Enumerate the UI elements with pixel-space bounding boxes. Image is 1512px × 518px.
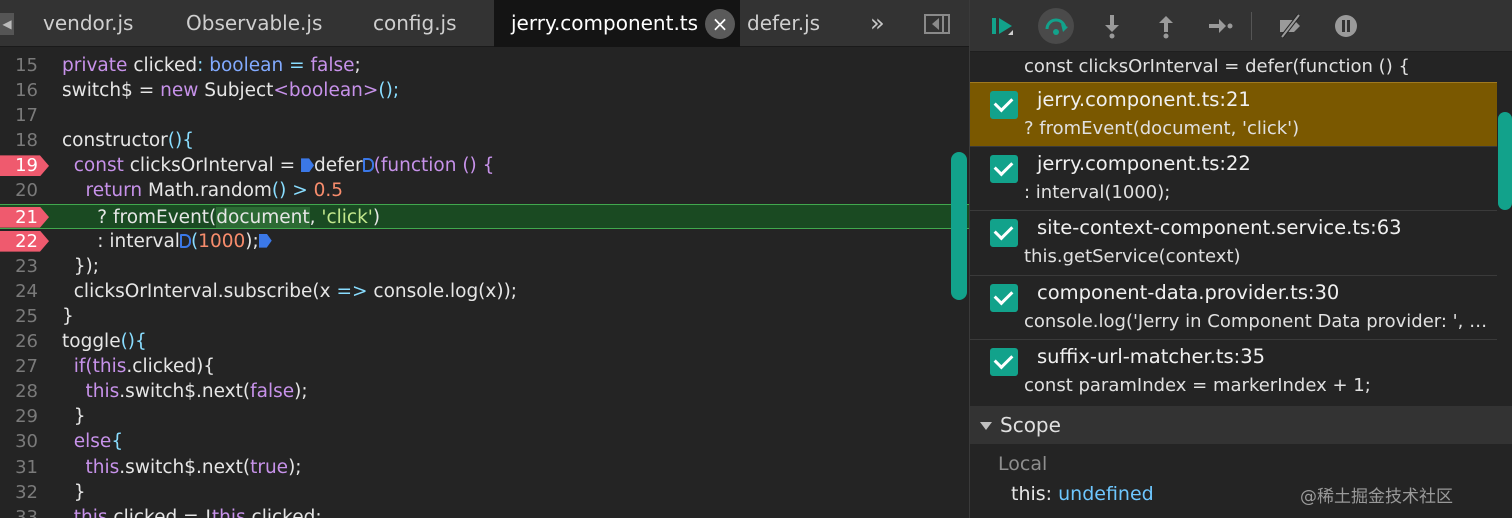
code-line: 25 }	[0, 304, 969, 329]
scope-title: Scope	[1000, 413, 1061, 437]
line-number[interactable]: 26	[0, 329, 40, 354]
breakpoint-context-line: const clicksOrInterval = defer(function …	[1024, 56, 1410, 77]
line-number[interactable]: 33	[0, 505, 40, 518]
editor-scrollbar[interactable]	[951, 152, 967, 300]
breakpoint-file-label: jerry.component.ts:21	[1037, 88, 1251, 111]
code-line: 33 this.clicked = !this.clicked;	[0, 505, 969, 518]
toggle-debugger-panel-icon[interactable]	[924, 14, 950, 34]
code-area[interactable]: 15 private clicked: boolean = false; 16 …	[0, 53, 969, 518]
scope-local-label[interactable]: Local	[998, 453, 1047, 475]
line-number[interactable]: 30	[0, 429, 40, 454]
breakpoint-checkbox[interactable]	[990, 91, 1018, 119]
toolbar-separator	[1251, 12, 1252, 40]
code-line: 28 this.switch$.next(false);	[0, 379, 969, 404]
code-line: 26 toggle(){	[0, 329, 969, 354]
line-number[interactable]: 27	[0, 354, 40, 379]
line-number[interactable]: 25	[0, 304, 40, 329]
code-line: 29 }	[0, 404, 969, 429]
step-into-icon[interactable]	[1094, 8, 1130, 44]
tab-jerry-component-ts[interactable]: jerry.component.ts ×	[494, 0, 741, 47]
deactivate-breakpoints-icon[interactable]	[1272, 8, 1308, 44]
step-over-icon[interactable]	[1038, 8, 1074, 44]
breakpoint-file-label: site-context-component.service.ts:63	[1037, 216, 1402, 239]
scroll-tabs-left-button[interactable]: ◀	[0, 13, 14, 35]
code-line: 20 return Math.random() > 0.5	[0, 178, 969, 203]
tab-label: jerry.component.ts	[511, 11, 699, 35]
line-number[interactable]: 29	[0, 404, 40, 429]
code-line: 16 switch$ = new Subject<boolean>();	[0, 78, 969, 103]
pause-on-exceptions-icon[interactable]	[1328, 8, 1364, 44]
line-number[interactable]: 20	[0, 178, 40, 203]
code-line: 15 private clicked: boolean = false;	[0, 53, 969, 78]
line-number[interactable]: 15	[0, 53, 40, 78]
code-line: 32 }	[0, 480, 969, 505]
breakpoint-checkbox[interactable]	[990, 348, 1018, 376]
debugger-panel: const clicksOrInterval = defer(function …	[969, 0, 1512, 518]
line-number[interactable]: 32	[0, 480, 40, 505]
breakpoint-item[interactable]: component-data.provider.ts:30 console.lo…	[970, 276, 1497, 340]
resume-icon[interactable]	[984, 8, 1020, 44]
variable-name: this	[1011, 483, 1046, 505]
line-number[interactable]: 19	[0, 153, 40, 178]
breakpoint-code-snippet: const paramIndex = markerIndex + 1;	[1024, 375, 1371, 396]
paused-code-line: 21 ? fromEvent(document, 'click')	[0, 203, 969, 230]
inline-breakpoint-outline-icon[interactable]	[362, 158, 374, 173]
code-line: 31 this.switch$.next(true);	[0, 455, 969, 480]
editor-tab-bar: ◀ vendor.js Observable.js config.js jerr…	[0, 0, 969, 47]
code-line: 24 clicksOrInterval.subscribe(x => conso…	[0, 279, 969, 304]
breakpoints-list: const clicksOrInterval = defer(function …	[970, 52, 1497, 405]
code-line: 30 else{	[0, 429, 969, 454]
tab-config-js[interactable]: config.js	[373, 0, 457, 47]
watermark: @稀土掘金技术社区	[1300, 487, 1453, 507]
breakpoint-checkbox[interactable]	[990, 154, 1018, 183]
breakpoint-item[interactable]: site-context-component.service.ts:63 thi…	[970, 211, 1497, 276]
scope-section-header[interactable]: Scope	[970, 406, 1512, 444]
breakpoint-checkbox[interactable]	[990, 283, 1018, 312]
inline-breakpoint-icon[interactable]	[258, 233, 272, 248]
close-tab-icon[interactable]: ×	[705, 9, 736, 39]
code-line: 27 if(this.clicked){	[0, 354, 969, 379]
inline-breakpoint-icon[interactable]	[301, 158, 315, 173]
line-number[interactable]: 18	[0, 128, 40, 153]
line-number[interactable]: 16	[0, 78, 40, 103]
code-line: 23 });	[0, 254, 969, 279]
variable-separator: :	[1045, 483, 1053, 505]
line-number[interactable]: 21	[0, 205, 40, 230]
tab-defer-js[interactable]: defer.js	[747, 0, 820, 47]
breakpoint-code-snippet: ? fromEvent(document, 'click')	[1024, 118, 1300, 139]
line-number[interactable]: 28	[0, 379, 40, 404]
code-line: 22 : interval (1000);	[0, 229, 969, 254]
tab-observable-js[interactable]: Observable.js	[186, 0, 322, 47]
breakpoint-item[interactable]: jerry.component.ts:22 : interval(1000);	[970, 147, 1497, 211]
code-line: 18 constructor(){	[0, 128, 969, 153]
breakpoint-checkbox[interactable]	[990, 219, 1018, 247]
inline-breakpoint-outline-icon[interactable]	[179, 233, 191, 248]
line-number[interactable]: 22	[0, 229, 40, 254]
line-number[interactable]: 23	[0, 254, 40, 279]
breakpoint-file-label: jerry.component.ts:22	[1037, 151, 1251, 175]
line-number[interactable]: 24	[0, 279, 40, 304]
tab-vendor-js[interactable]: vendor.js	[43, 0, 133, 47]
line-number[interactable]: 31	[0, 455, 40, 480]
breakpoint-code-snippet: this.getService(context)	[1024, 246, 1241, 267]
breakpoint-file-label: suffix-url-matcher.ts:35	[1037, 345, 1266, 368]
debugger-scrollbar[interactable]	[1498, 112, 1512, 210]
line-number[interactable]: 17	[0, 103, 40, 128]
source-editor: ◀ vendor.js Observable.js config.js jerr…	[0, 0, 969, 518]
breakpoint-code-snippet: console.log('Jerry in Component Data pro…	[1024, 310, 1494, 332]
code-line: 17	[0, 103, 969, 128]
breakpoint-file-label: component-data.provider.ts:30	[1037, 280, 1340, 304]
debugger-toolbar	[970, 0, 1512, 52]
scope-variable-this[interactable]: this: undefined	[1011, 483, 1154, 505]
variable-value: undefined	[1058, 483, 1154, 505]
breakpoint-code-snippet: : interval(1000);	[1024, 181, 1171, 203]
code-line: 19 const clicksOrInterval = defer (functi…	[0, 153, 969, 178]
more-tabs-icon[interactable]: »	[870, 0, 885, 47]
step-out-icon[interactable]	[1148, 8, 1184, 44]
step-icon[interactable]	[1202, 8, 1238, 44]
breakpoint-item-current[interactable]: jerry.component.ts:21 ? fromEvent(docume…	[970, 82, 1497, 147]
breakpoint-item[interactable]: suffix-url-matcher.ts:35 const paramInde…	[970, 340, 1497, 405]
expand-arrow-icon[interactable]	[980, 422, 992, 430]
